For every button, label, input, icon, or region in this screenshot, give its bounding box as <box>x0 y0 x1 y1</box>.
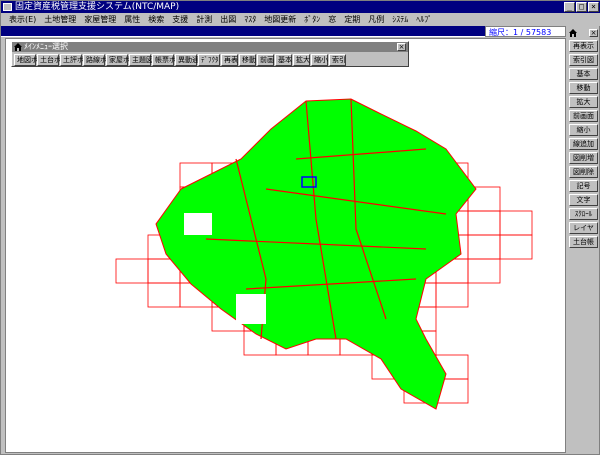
map-sheet-cell <box>467 234 501 260</box>
tool-button[interactable]: 縮小 <box>569 124 598 136</box>
palette-button[interactable]: 帳票ボ <box>152 54 176 66</box>
palette-button[interactable]: 家屋ボ <box>106 54 130 66</box>
tool-button[interactable]: 記号 <box>569 180 598 192</box>
palette-button[interactable]: 再表 <box>221 54 238 66</box>
palette-title: ﾒｲﾝﾒﾆｭｰ選択 <box>24 42 68 51</box>
scale-readout: 縮尺：1 / 57583 <box>485 26 566 37</box>
palette-button[interactable]: 土台ボ <box>37 54 61 66</box>
map-blank-patch <box>184 213 212 235</box>
palette-title-bar[interactable]: ﾒｲﾝﾒﾆｭｰ選択 × <box>12 42 408 52</box>
tool-button[interactable]: 拡大 <box>569 96 598 108</box>
tool-button[interactable]: 線追加 <box>569 138 598 150</box>
palette-close-button[interactable]: × <box>397 43 406 51</box>
map-canvas[interactable] <box>5 38 566 453</box>
map-sheet-cell <box>147 282 181 308</box>
menu-item[interactable]: 支援 <box>168 13 192 26</box>
menu-item[interactable]: 検索 <box>144 13 168 26</box>
close-button[interactable]: × <box>588 2 599 12</box>
palette-button[interactable]: ﾃﾞﾌｸﾀ <box>198 54 220 66</box>
palette-button[interactable]: 移動 <box>239 54 256 66</box>
menu-item[interactable]: 属性 <box>120 13 144 26</box>
application-window: 固定資産税管理支援システム(NTC/MAP) _ □ × 表示(E) 土地管理 家屋… <box>0 0 600 455</box>
palette-button[interactable]: 縮小 <box>311 54 328 66</box>
palette-button[interactable]: 土評ボ <box>60 54 84 66</box>
menu-item[interactable]: ﾏｽﾀ <box>240 13 260 26</box>
palette-button[interactable]: 基本 <box>275 54 292 66</box>
home-icon <box>14 43 22 51</box>
tool-button[interactable]: ｽｸﾛｰﾙ <box>569 208 598 220</box>
tool-button[interactable]: 土台帳 <box>569 236 598 248</box>
menu-item[interactable]: 土地管理 <box>40 13 80 26</box>
palette-button-row: 地図ボ 土台ボ 土評ボ 路線ボ 家屋ボ 主題図 帳票ボ 異動通 ﾃﾞﾌｸﾀ 再表 移動 前画 基本 拡大縮… <box>14 54 346 66</box>
tool-button[interactable]: 移動 <box>569 82 598 94</box>
app-icon <box>3 3 12 11</box>
palette-button[interactable]: 索引 <box>329 54 346 66</box>
palette-button[interactable]: 拡大 <box>293 54 310 66</box>
menu-item[interactable]: ｼｽﾃﾑ <box>388 13 412 26</box>
palette-button[interactable]: 異動通 <box>175 54 199 66</box>
title-bar[interactable]: 固定資産税管理支援システム(NTC/MAP) _ □ × <box>1 1 600 13</box>
tool-panel-buttons: 再表示索引図基本移動拡大前画面縮小線追加図削増図削除記号文字 ｽｸﾛｰﾙ レイヤ土台… <box>569 40 598 248</box>
map-sheet-cell <box>499 234 533 260</box>
menu-item[interactable]: 表示(E) <box>5 13 40 26</box>
menu-item[interactable]: 計測 <box>192 13 216 26</box>
palette-button[interactable]: 主題図 <box>129 54 153 66</box>
maximize-button[interactable]: □ <box>576 2 587 12</box>
menu-item[interactable]: 家屋管理 <box>80 13 120 26</box>
tool-button[interactable]: 前画面 <box>569 110 598 122</box>
tool-button[interactable]: 図削除 <box>569 166 598 178</box>
tool-panel-header: × <box>568 28 599 38</box>
map-parcel-area <box>155 98 477 410</box>
palette-button[interactable]: 地図ボ <box>14 54 38 66</box>
menu-item[interactable]: ﾍﾙﾌﾟ <box>412 13 436 26</box>
menu-item[interactable]: 定期 <box>340 13 364 26</box>
tool-button[interactable]: 文字 <box>569 194 598 206</box>
palette-button[interactable]: 路線ボ <box>83 54 107 66</box>
map-blank-patch <box>236 294 266 324</box>
map-sheet-cell <box>467 258 501 284</box>
map-sheet-cell <box>467 210 501 236</box>
right-tool-panel: × 再表示索引図基本移動拡大前画面縮小線追加図削増図削除記号文字 ｽｸﾛｰﾙ レイヤ… <box>568 26 599 454</box>
map-drawing[interactable] <box>6 39 566 453</box>
home-icon <box>569 29 577 37</box>
palette-button[interactable]: 前画 <box>257 54 274 66</box>
tool-button[interactable]: 基本 <box>569 68 598 80</box>
tool-button[interactable]: レイヤ <box>569 222 598 234</box>
map-sheet-cell <box>499 210 533 236</box>
tool-button[interactable]: 索引図 <box>569 54 598 66</box>
menu-item[interactable]: 窓 <box>324 13 340 26</box>
map-sheet-cell <box>115 258 149 284</box>
tool-button[interactable]: 図削増 <box>569 152 598 164</box>
menu-item[interactable]: 凡例 <box>364 13 388 26</box>
tool-panel-close-button[interactable]: × <box>589 29 598 37</box>
menu-item[interactable]: 出図 <box>216 13 240 26</box>
status-bar <box>1 26 566 37</box>
map-sheet-cell <box>435 282 469 308</box>
window-title: 固定資産税管理支援システム(NTC/MAP) <box>15 2 180 12</box>
menu-bar: 表示(E) 土地管理 家屋管理 属性 検索 支援 計測 出図 ﾏｽﾀ 地図更新 ﾎﾞﾀﾝ窓定期 凡例ｼ… <box>1 13 600 26</box>
tool-button[interactable]: 再表示 <box>569 40 598 52</box>
main-menu-palette: ﾒｲﾝﾒﾆｭｰ選択 × 地図ボ 土台ボ 土評ボ 路線ボ 家屋ボ 主題図 帳票ボ 異動通 ﾃﾞﾌｸ… <box>11 41 409 67</box>
menu-item[interactable]: ﾎﾞﾀﾝ <box>300 13 324 26</box>
menu-item[interactable]: 地図更新 <box>260 13 300 26</box>
minimize-button[interactable]: _ <box>564 2 575 12</box>
